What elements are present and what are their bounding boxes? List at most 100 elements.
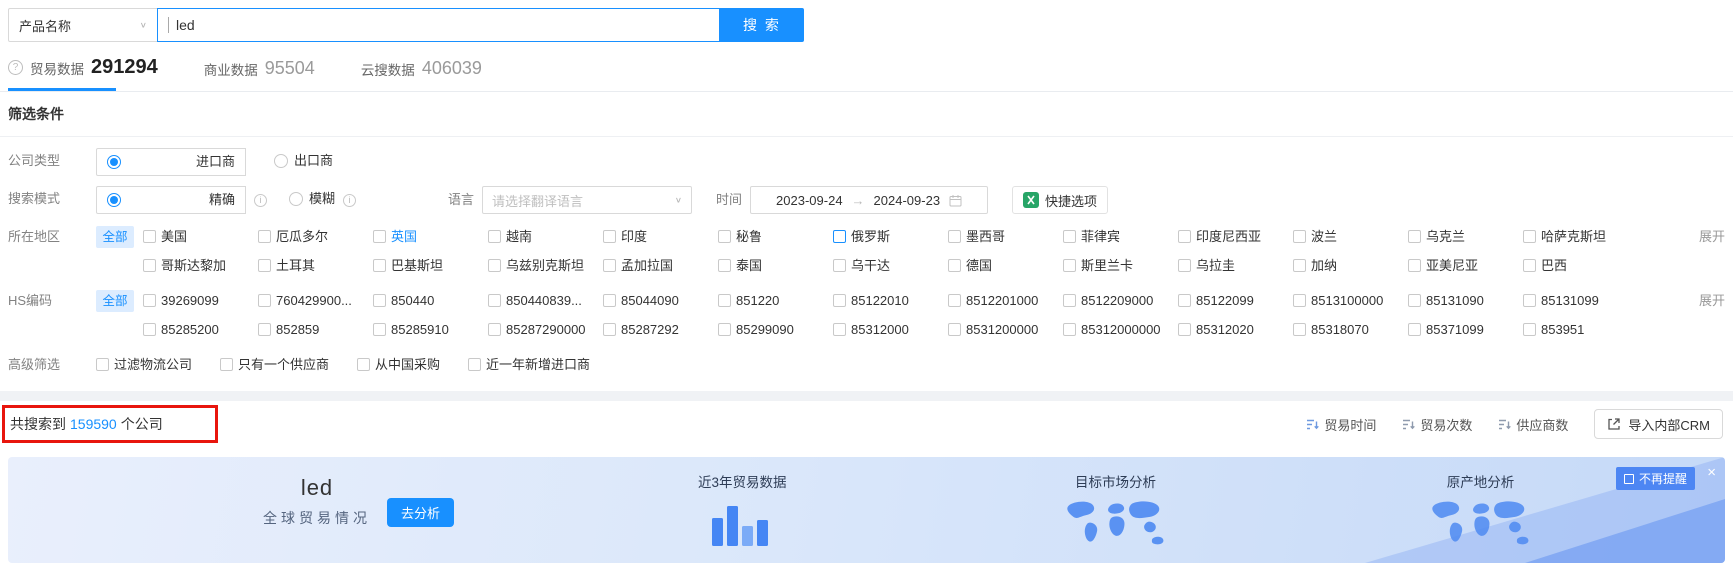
- checkbox-icon: [1523, 259, 1536, 272]
- region-checkbox[interactable]: 泰国: [718, 253, 833, 278]
- hs-checkbox[interactable]: 85312000000: [1063, 317, 1178, 342]
- checkbox-label: 印度尼西亚: [1196, 229, 1262, 244]
- region-checkbox[interactable]: 乌克兰: [1408, 224, 1523, 249]
- advanced-checkbox[interactable]: 从中国采购: [357, 352, 440, 377]
- filter-label: 搜索模式: [8, 191, 61, 206]
- search-button[interactable]: 搜 索: [720, 8, 804, 42]
- banner-card-trade-data[interactable]: 近3年贸易数据: [698, 471, 787, 546]
- hs-checkbox[interactable]: 85312020: [1178, 317, 1293, 342]
- language-select[interactable]: 请选择翻译语言 ∨: [482, 186, 693, 214]
- region-checkbox[interactable]: 秘鲁: [718, 224, 833, 249]
- filter-label: HS编码: [8, 293, 53, 308]
- checkbox-icon: [468, 358, 482, 371]
- checkbox-icon: [1523, 294, 1536, 307]
- region-checkbox[interactable]: 俄罗斯: [833, 224, 948, 249]
- banner-card-target-market[interactable]: 目标市场分析: [1058, 471, 1173, 550]
- hs-checkbox[interactable]: 8531200000: [948, 317, 1063, 342]
- hs-checkbox[interactable]: 85131099: [1523, 288, 1638, 313]
- search-input[interactable]: [176, 17, 709, 33]
- region-checkbox[interactable]: 斯里兰卡: [1063, 253, 1178, 278]
- date-range-picker[interactable]: 2023-09-24 → 2024-09-23: [750, 186, 989, 214]
- region-checkbox[interactable]: 越南: [488, 224, 603, 249]
- hs-checkbox[interactable]: 85131090: [1408, 288, 1523, 313]
- hs-expand-link[interactable]: 展开: [1679, 288, 1725, 313]
- region-checkbox[interactable]: 乌干达: [833, 253, 948, 278]
- checkbox-icon: [258, 230, 271, 243]
- hs-checkbox[interactable]: 760429900...: [258, 288, 373, 313]
- region-checkbox[interactable]: 巴基斯坦: [373, 253, 488, 278]
- import-crm-button[interactable]: 导入内部CRM: [1594, 409, 1723, 439]
- region-checkbox[interactable]: 印度尼西亚: [1178, 224, 1293, 249]
- sort-supplier-count[interactable]: 供应商数: [1498, 415, 1568, 434]
- sort-trade-count[interactable]: 贸易次数: [1402, 415, 1472, 434]
- radio-exporter[interactable]: 出口商: [274, 148, 333, 174]
- checkbox-label: 85312020: [1196, 322, 1254, 337]
- hs-checkbox[interactable]: 85371099: [1408, 317, 1523, 342]
- region-checkbox[interactable]: 德国: [948, 253, 1063, 278]
- hs-checkbox[interactable]: 85122010: [833, 288, 948, 313]
- radio-fuzzy[interactable]: 模糊: [289, 186, 335, 212]
- hs-checkbox[interactable]: 85299090: [718, 317, 833, 342]
- region-checkbox[interactable]: 乌兹别克斯坦: [488, 253, 603, 278]
- hs-checkbox[interactable]: 851220: [718, 288, 833, 313]
- quick-options-button[interactable]: 快捷选项: [1012, 186, 1109, 214]
- hs-checkbox[interactable]: 85312000: [833, 317, 948, 342]
- results-controls: 贸易时间 贸易次数 供应商数 导入内部CRM: [1306, 409, 1723, 439]
- region-checkbox[interactable]: 巴西: [1523, 253, 1638, 278]
- region-expand-link[interactable]: 展开: [1679, 224, 1725, 249]
- checkbox-label: 8512201000: [966, 293, 1039, 308]
- region-checkbox[interactable]: 土耳其: [258, 253, 373, 278]
- hs-checkbox[interactable]: 85285910: [373, 317, 488, 342]
- region-checkbox[interactable]: 厄瓜多尔: [258, 224, 373, 249]
- filter-row-search-mode: 搜索模式 精确 i 模糊 i 语言 请选择翻译语言 ∨ 时间 2023-09-2…: [8, 181, 1725, 219]
- hs-checkbox[interactable]: 85285200: [143, 317, 258, 342]
- region-checkbox[interactable]: 波兰: [1293, 224, 1408, 249]
- region-checkbox[interactable]: 英国: [373, 224, 488, 249]
- hs-checkbox[interactable]: 852859: [258, 317, 373, 342]
- region-checkbox[interactable]: 哥斯达黎加: [143, 253, 258, 278]
- hs-checkbox[interactable]: 853951: [1523, 317, 1638, 342]
- dismiss-reminder-toggle[interactable]: 不再提醒: [1615, 467, 1695, 490]
- region-checkbox[interactable]: 菲律宾: [1063, 224, 1178, 249]
- sort-trade-time[interactable]: 贸易时间: [1306, 415, 1376, 434]
- radio-exact[interactable]: 精确: [96, 186, 246, 214]
- tab-trade-data[interactable]: ? 贸易数据 291294: [8, 56, 158, 91]
- hs-checkbox[interactable]: 8512209000: [1063, 288, 1178, 313]
- tab-business-data[interactable]: 商业数据 95504: [204, 58, 315, 91]
- date-start: 2023-09-24: [776, 192, 843, 208]
- hs-checkbox[interactable]: 85287290000: [488, 317, 603, 342]
- region-checkbox[interactable]: 墨西哥: [948, 224, 1063, 249]
- advanced-checkbox[interactable]: 过滤物流公司: [96, 352, 192, 377]
- checkbox-icon: [718, 323, 731, 336]
- radio-importer[interactable]: 进口商: [96, 148, 246, 176]
- advanced-checkbox[interactable]: 近一年新增进口商: [468, 352, 590, 377]
- close-icon[interactable]: ×: [1707, 465, 1716, 480]
- hs-checkbox[interactable]: 850440: [373, 288, 488, 313]
- region-checkbox[interactable]: 哈萨克斯坦: [1523, 224, 1638, 249]
- region-checkbox[interactable]: 加纳: [1293, 253, 1408, 278]
- region-all-chip[interactable]: 全部: [96, 225, 134, 248]
- hs-checkbox[interactable]: 85318070: [1293, 317, 1408, 342]
- hs-checkbox[interactable]: 39269099: [143, 288, 258, 313]
- region-checkbox[interactable]: 美国: [143, 224, 258, 249]
- hs-checkbox[interactable]: 85122099: [1178, 288, 1293, 313]
- tab-cloud-data[interactable]: 云搜数据 406039: [361, 58, 482, 91]
- analyze-button[interactable]: 去分析: [387, 498, 455, 527]
- advanced-checkbox[interactable]: 只有一个供应商: [220, 352, 329, 377]
- region-checkbox[interactable]: 孟加拉国: [603, 253, 718, 278]
- banner-card-origin[interactable]: 原产地分析: [1423, 471, 1538, 550]
- checkbox-label: 厄瓜多尔: [276, 229, 329, 244]
- hs-checkbox[interactable]: 8513100000: [1293, 288, 1408, 313]
- checkbox-icon: [1063, 294, 1076, 307]
- region-checkbox[interactable]: 乌拉圭: [1178, 253, 1293, 278]
- hs-checkbox[interactable]: 850440839...: [488, 288, 603, 313]
- region-checkbox[interactable]: 亚美尼亚: [1408, 253, 1523, 278]
- results-count[interactable]: 159590: [70, 416, 117, 432]
- checkbox-icon: [1178, 259, 1191, 272]
- search-category-dropdown[interactable]: 产品名称 ∨: [8, 8, 158, 42]
- hs-checkbox[interactable]: 85044090: [603, 288, 718, 313]
- region-checkbox[interactable]: 印度: [603, 224, 718, 249]
- hs-checkbox[interactable]: 85287292: [603, 317, 718, 342]
- hs-all-chip[interactable]: 全部: [96, 289, 134, 312]
- hs-checkbox[interactable]: 8512201000: [948, 288, 1063, 313]
